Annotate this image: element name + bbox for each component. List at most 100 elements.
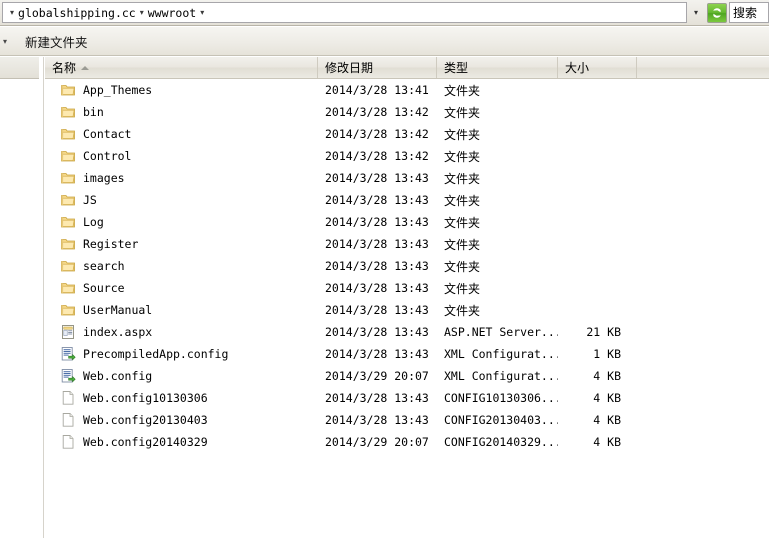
cell-name[interactable]: images: [45, 170, 318, 186]
cell-type: 文件夹: [437, 104, 558, 121]
table-row[interactable]: Log2014/3/28 13:43文件夹: [45, 211, 769, 233]
file-list-view[interactable]: 名称修改日期类型大小 App_Themes2014/3/28 13:41文件夹b…: [45, 57, 769, 538]
blank-file-icon: [60, 412, 76, 428]
pane-splitter[interactable]: [39, 57, 44, 538]
cell-modified-date: 2014/3/28 13:43: [318, 303, 437, 317]
cell-modified-date: 2014/3/28 13:42: [318, 149, 437, 163]
cell-modified-date: 2014/3/28 13:43: [318, 281, 437, 295]
cell-modified-date: 2014/3/28 13:43: [318, 193, 437, 207]
cell-modified-date: 2014/3/28 13:43: [318, 237, 437, 251]
file-name-label: Web.config20140329: [83, 435, 208, 449]
cell-modified-date: 2014/3/28 13:43: [318, 347, 437, 361]
table-row[interactable]: Web.config201403292014/3/29 20:07CONFIG2…: [45, 431, 769, 453]
folder-icon: [60, 214, 76, 230]
cell-type: 文件夹: [437, 214, 558, 231]
cell-type: 文件夹: [437, 280, 558, 297]
address-bar: ▾ globalshipping.cc ▾ wwwroot ▾ ▾ 搜索: [0, 0, 769, 26]
cell-modified-date: 2014/3/28 13:43: [318, 325, 437, 339]
folder-icon: [60, 258, 76, 274]
cell-name[interactable]: Contact: [45, 126, 318, 142]
cell-size: 1 KB: [558, 347, 637, 361]
refresh-icon: [710, 6, 724, 20]
column-header-type[interactable]: 类型: [437, 57, 558, 78]
config-file-icon: [60, 346, 76, 362]
cell-name[interactable]: Web.config10130306: [45, 390, 318, 406]
table-row[interactable]: PrecompiledApp.config 2014/3/28 13:43XML …: [45, 343, 769, 365]
column-header-label: 修改日期: [325, 59, 373, 76]
table-row[interactable]: search2014/3/28 13:43文件夹: [45, 255, 769, 277]
cell-name[interactable]: Log: [45, 214, 318, 230]
breadcrumb[interactable]: ▾ globalshipping.cc ▾ wwwroot ▾: [2, 2, 687, 23]
sort-ascending-icon: [81, 66, 89, 70]
breadcrumb-item-wwwroot[interactable]: wwwroot: [148, 6, 196, 20]
chevron-down-icon[interactable]: ▾: [0, 37, 15, 46]
refresh-button[interactable]: [707, 3, 727, 23]
cell-name[interactable]: Register: [45, 236, 318, 252]
blank-file-icon: [60, 390, 76, 406]
column-header-label: 类型: [444, 59, 468, 76]
cell-modified-date: 2014/3/28 13:42: [318, 127, 437, 141]
cell-name[interactable]: PrecompiledApp.config: [45, 346, 318, 362]
cell-name[interactable]: search: [45, 258, 318, 274]
cell-name[interactable]: App_Themes: [45, 82, 318, 98]
column-header-name[interactable]: 名称: [45, 57, 318, 78]
folder-icon: [60, 170, 76, 186]
table-row[interactable]: Control2014/3/28 13:42文件夹: [45, 145, 769, 167]
cell-name[interactable]: index.aspx: [45, 324, 318, 340]
table-row[interactable]: Web.config201304032014/3/28 13:43CONFIG2…: [45, 409, 769, 431]
folder-icon: [60, 192, 76, 208]
cell-name[interactable]: Source: [45, 280, 318, 296]
table-row[interactable]: bin2014/3/28 13:42文件夹: [45, 101, 769, 123]
cell-name[interactable]: Web.config20130403: [45, 412, 318, 428]
file-name-label: Source: [83, 281, 125, 295]
file-name-label: JS: [83, 193, 97, 207]
table-row[interactable]: Web.config2014/3/29 20:07XML Configurat.…: [45, 365, 769, 387]
table-row[interactable]: JS2014/3/28 13:43文件夹: [45, 189, 769, 211]
folder-icon: [60, 104, 76, 120]
column-header-size[interactable]: 大小: [558, 57, 637, 78]
breadcrumb-item-site[interactable]: globalshipping.cc: [18, 6, 136, 20]
chevron-down-icon[interactable]: ▾: [196, 9, 208, 17]
table-row[interactable]: images2014/3/28 13:43文件夹: [45, 167, 769, 189]
cell-name[interactable]: Web.config20140329: [45, 434, 318, 450]
cell-name[interactable]: bin: [45, 104, 318, 120]
cell-type: XML Configurat...: [437, 347, 558, 361]
file-name-label: UserManual: [83, 303, 152, 317]
address-history-dropdown[interactable]: ▾: [687, 8, 705, 17]
table-row[interactable]: Contact2014/3/28 13:42文件夹: [45, 123, 769, 145]
table-row[interactable]: UserManual2014/3/28 13:43文件夹: [45, 299, 769, 321]
cell-modified-date: 2014/3/28 13:43: [318, 413, 437, 427]
column-header-date[interactable]: 修改日期: [318, 57, 437, 78]
file-name-label: index.aspx: [83, 325, 152, 339]
cell-type: ASP.NET Server...: [437, 325, 558, 339]
file-name-label: search: [83, 259, 125, 273]
table-row[interactable]: Source 2014/3/28 13:43文件夹: [45, 277, 769, 299]
cell-type: 文件夹: [437, 148, 558, 165]
cell-name[interactable]: Web.config: [45, 368, 318, 384]
cell-type: CONFIG20130403...: [437, 413, 558, 427]
table-row[interactable]: Web.config101303062014/3/28 13:43CONFIG1…: [45, 387, 769, 409]
chevron-down-icon[interactable]: ▾: [6, 9, 18, 17]
new-folder-button[interactable]: 新建文件夹: [25, 32, 88, 51]
file-name-label: PrecompiledApp.config: [83, 347, 228, 361]
navigation-pane-header: [0, 57, 39, 79]
column-header-extra[interactable]: [637, 57, 769, 78]
config-file-icon: [60, 368, 76, 384]
search-input[interactable]: 搜索: [729, 2, 769, 23]
file-name-label: bin: [83, 105, 104, 119]
cell-modified-date: 2014/3/28 13:41: [318, 83, 437, 97]
chevron-down-icon[interactable]: ▾: [136, 9, 148, 17]
cell-type: 文件夹: [437, 82, 558, 99]
table-row[interactable]: index.aspx 2014/3/28 13:43ASP.NET Server.…: [45, 321, 769, 343]
table-row[interactable]: App_Themes2014/3/28 13:41文件夹: [45, 79, 769, 101]
folder-icon: [60, 82, 76, 98]
cell-name[interactable]: Control: [45, 148, 318, 164]
cell-type: 文件夹: [437, 258, 558, 275]
navigation-pane[interactable]: [0, 57, 39, 538]
cell-name[interactable]: JS: [45, 192, 318, 208]
cell-name[interactable]: UserManual: [45, 302, 318, 318]
table-row[interactable]: Register2014/3/28 13:43文件夹: [45, 233, 769, 255]
cell-type: CONFIG10130306...: [437, 391, 558, 405]
cell-size: 4 KB: [558, 435, 637, 449]
command-bar: ▾ 新建文件夹: [0, 27, 769, 56]
